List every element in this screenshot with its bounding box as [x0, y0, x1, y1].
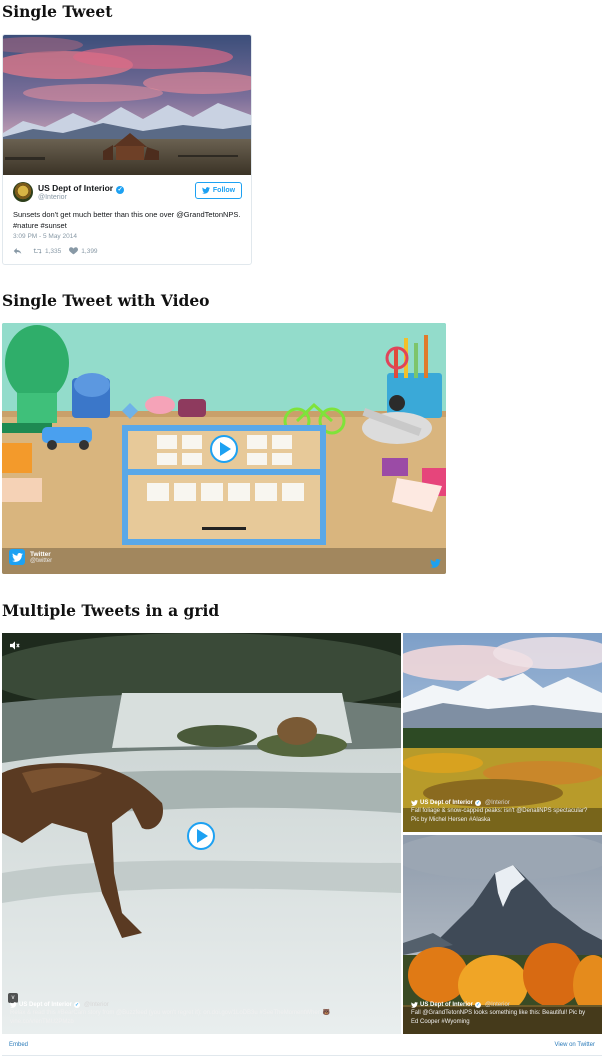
- verified-icon: ✓: [74, 1002, 81, 1008]
- grid-author-handle[interactable]: @Interior: [485, 1002, 510, 1008]
- play-icon: [220, 442, 231, 456]
- reply-action[interactable]: [13, 247, 25, 255]
- grid-tile-denali[interactable]: US Dept of Interior ✓ @Interior Fall fol…: [403, 633, 602, 832]
- tweet-author-handle[interactable]: @Interior: [38, 194, 67, 201]
- embed-link[interactable]: Embed: [9, 1042, 28, 1048]
- twitter-bird-icon: [201, 187, 210, 194]
- retweet-count: 1,335: [45, 247, 62, 255]
- play-button[interactable]: [210, 435, 238, 463]
- follow-button[interactable]: Follow: [195, 182, 242, 199]
- like-count: 1,399: [81, 247, 98, 255]
- barn-sunset-image: [3, 35, 251, 175]
- grid-tile-caption: US Dept of Interior ✓ @Interior Relax & …: [2, 1002, 401, 1034]
- twitter-bird-icon: [411, 1002, 418, 1008]
- retweet-icon: [33, 248, 42, 254]
- twitter-bird-icon: [411, 800, 418, 806]
- retweet-action[interactable]: 1,335: [33, 247, 61, 255]
- reply-icon: [13, 248, 22, 254]
- avatar[interactable]: [13, 182, 33, 202]
- tweet-grid: v US Dept of Interior ✓ @Interior Relax …: [2, 633, 602, 1034]
- tweet-timestamp[interactable]: 3:09 PM - 5 May 2014: [13, 233, 77, 240]
- view-on-twitter-link[interactable]: View on Twitter: [555, 1042, 595, 1048]
- grid-tweet-text: Relax & read this #BearCam story from @B…: [10, 1010, 331, 1025]
- play-icon: [197, 829, 208, 843]
- like-icon: [69, 247, 79, 255]
- verified-icon: ✓: [475, 800, 482, 806]
- video-brand-handle: @twitter: [30, 557, 53, 564]
- tweet-photo-barn-sunset[interactable]: [3, 35, 251, 175]
- video-tweet-player[interactable]: Twitter @twitter: [2, 323, 446, 574]
- section-title-video-tweet: Single Tweet with Video: [2, 291, 210, 310]
- grid-tweet-text: Fall foliage & snow-capped peaks: isn't …: [411, 808, 588, 823]
- section-title-single-tweet: Single Tweet: [2, 2, 113, 21]
- twitter-logo-icon: [9, 549, 25, 565]
- follow-label: Follow: [212, 187, 236, 194]
- grid-author-handle[interactable]: @Interior: [84, 1002, 109, 1008]
- twitter-bird-icon[interactable]: [430, 559, 441, 568]
- video-attribution[interactable]: Twitter @twitter: [9, 549, 52, 565]
- play-button[interactable]: [187, 822, 215, 850]
- grid-author-name[interactable]: US Dept of Interior: [420, 800, 473, 806]
- video-brand-name: Twitter: [30, 550, 51, 558]
- tweet-author-name[interactable]: US Dept of Interior: [38, 183, 113, 193]
- grid-author-handle[interactable]: @Interior: [485, 800, 510, 806]
- like-action[interactable]: 1,399: [69, 247, 98, 255]
- tweet-actions: 1,335 1,399: [13, 247, 106, 255]
- twitter-bird-icon: [10, 1002, 17, 1008]
- grid-tile-caption: US Dept of Interior ✓ @Interior Fall fol…: [403, 800, 602, 832]
- embedded-tweet-card[interactable]: US Dept of Interior ✓ @Interior Follow Su…: [2, 34, 252, 265]
- grid-footer: Embed View on Twitter: [2, 1034, 602, 1056]
- section-title-grid: Multiple Tweets in a grid: [2, 601, 220, 620]
- tweet-text: Sunsets don't get much better than this …: [13, 210, 241, 230]
- verified-icon: ✓: [475, 1002, 482, 1008]
- tweet-author-name-row[interactable]: US Dept of Interior ✓: [38, 183, 125, 194]
- grid-author-name[interactable]: US Dept of Interior: [420, 1002, 473, 1008]
- grid-tile-caption: US Dept of Interior ✓ @Interior Fall @Gr…: [403, 1002, 602, 1034]
- grid-tile-bear-video[interactable]: v US Dept of Interior ✓ @Interior Relax …: [2, 633, 401, 1034]
- mute-icon[interactable]: [10, 641, 20, 650]
- grid-author-name[interactable]: US Dept of Interior: [19, 1002, 72, 1008]
- verified-icon: ✓: [116, 186, 125, 194]
- grid-tile-grand-teton[interactable]: US Dept of Interior ✓ @Interior Fall @Gr…: [403, 835, 602, 1034]
- grid-tweet-text: Fall @GrandTetonNPS looks something like…: [411, 1010, 586, 1025]
